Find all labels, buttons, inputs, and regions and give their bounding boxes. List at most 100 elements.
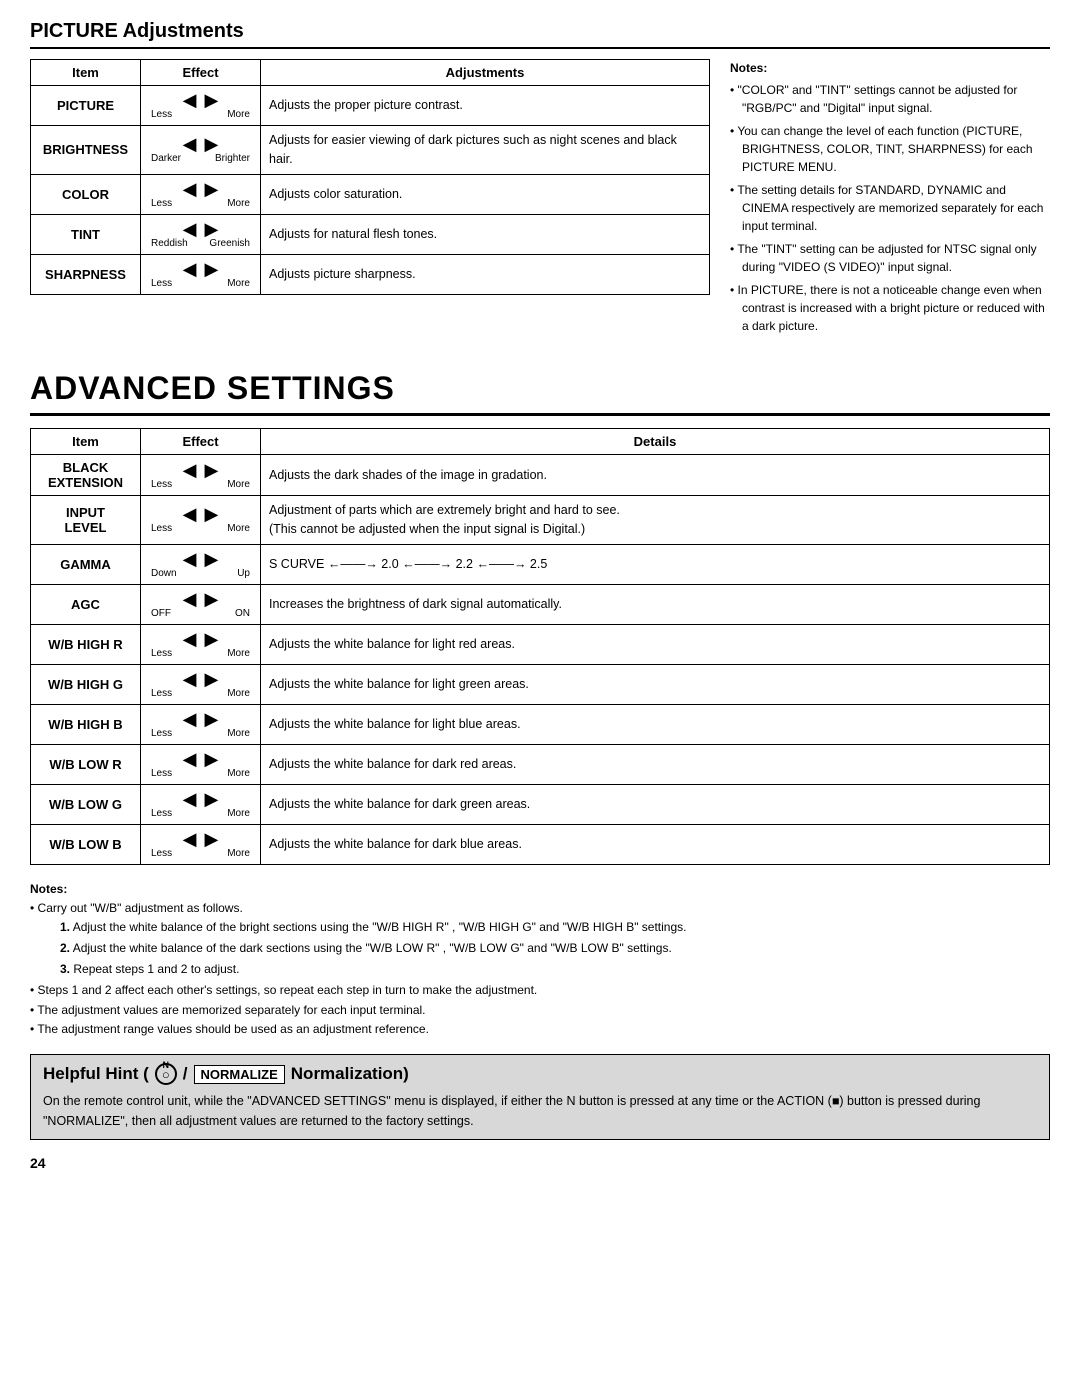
adv-row: W/B HIGH R ◀ ▶ Less More Adjusts the whi… — [31, 624, 1050, 664]
right-label: More — [227, 848, 250, 859]
arrow-left-icon: ◀ — [183, 91, 197, 109]
right-label: ON — [235, 608, 250, 619]
adv-details-7: Adjusts the white balance for dark red a… — [261, 744, 1050, 784]
n-button-icon: N ○ — [155, 1063, 177, 1085]
adv-row: W/B LOW R ◀ ▶ Less More Adjusts the whit… — [31, 744, 1050, 784]
helpful-hint-label: Helpful Hint ( — [43, 1064, 149, 1084]
adv-details-5: Adjusts the white balance for light gree… — [261, 664, 1050, 704]
normalize-box: NORMALIZE — [194, 1065, 285, 1084]
arrow-left-icon: ◀ — [183, 670, 197, 688]
adv-item-4: W/B HIGH R — [31, 624, 141, 664]
picture-desc-3: Adjusts for natural flesh tones. — [261, 214, 710, 254]
arrow-right-icon: ▶ — [205, 91, 219, 109]
helpful-hint-body: On the remote control unit, while the "A… — [43, 1091, 1037, 1131]
adv-item-5: W/B HIGH G — [31, 664, 141, 704]
page-number: 24 — [30, 1155, 1050, 1171]
picture-row: PICTURE ◀ ▶ Less More Adjusts the proper… — [31, 86, 710, 126]
picture-desc-1: Adjusts for easier viewing of dark pictu… — [261, 126, 710, 175]
right-label: More — [227, 109, 250, 120]
right-label: More — [227, 198, 250, 209]
left-label: Less — [151, 109, 172, 120]
left-label: Darker — [151, 153, 181, 164]
adv-header-item: Item — [31, 429, 141, 455]
left-label: Less — [151, 648, 172, 659]
adv-details-9: Adjusts the white balance for dark blue … — [261, 824, 1050, 864]
adv-item-0: BLACKEXTENSION — [31, 455, 141, 496]
left-label: Less — [151, 808, 172, 819]
left-label: Less — [151, 523, 172, 534]
adv-effect-7: ◀ ▶ Less More — [141, 744, 261, 784]
adv-step-2: 2. Adjust the white balance of the dark … — [30, 939, 1050, 958]
picture-effect-4: ◀ ▶ Less More — [141, 254, 261, 294]
n-superscript: N — [163, 1060, 170, 1070]
adv-effect-0: ◀ ▶ Less More — [141, 455, 261, 496]
arrow-right-icon: ▶ — [205, 670, 219, 688]
picture-note-item-3: The "TINT" setting can be adjusted for N… — [730, 240, 1050, 276]
arrow-left-icon: ◀ — [183, 461, 197, 479]
left-label: Less — [151, 768, 172, 779]
arrow-left-icon: ◀ — [183, 830, 197, 848]
adv-note-4: The adjustment range values should be us… — [30, 1020, 1050, 1039]
right-label: More — [227, 728, 250, 739]
picture-table-wrapper: Item Effect Adjustments PICTURE ◀ ▶ Less — [30, 59, 710, 340]
picture-note-item-0: "COLOR" and "TINT" settings cannot be ad… — [730, 81, 1050, 117]
picture-title: PICTURE Adjustments — [30, 20, 1050, 49]
adv-details-0: Adjusts the dark shades of the image in … — [261, 455, 1050, 496]
left-label: OFF — [151, 608, 171, 619]
arrow-left-icon: ◀ — [183, 750, 197, 768]
right-label: More — [227, 808, 250, 819]
right-label: More — [227, 523, 250, 534]
picture-item-2: COLOR — [31, 174, 141, 214]
picture-desc-0: Adjusts the proper picture contrast. — [261, 86, 710, 126]
adv-step-1: 1. Adjust the white balance of the brigh… — [30, 918, 1050, 937]
right-label: Up — [237, 568, 250, 579]
arrow-right-icon: ▶ — [205, 220, 219, 238]
adv-effect-4: ◀ ▶ Less More — [141, 624, 261, 664]
picture-notes: Notes: "COLOR" and "TINT" settings canno… — [730, 59, 1050, 340]
adv-notes-title: Notes: — [30, 880, 1050, 899]
picture-table: Item Effect Adjustments PICTURE ◀ ▶ Less — [30, 59, 710, 295]
picture-item-0: PICTURE — [31, 86, 141, 126]
adv-effect-8: ◀ ▶ Less More — [141, 784, 261, 824]
picture-row: TINT ◀ ▶ Reddish Greenish Adjusts for na… — [31, 214, 710, 254]
adv-effect-9: ◀ ▶ Less More — [141, 824, 261, 864]
picture-header-adjustments: Adjustments — [261, 60, 710, 86]
adv-row: W/B HIGH B ◀ ▶ Less More Adjusts the whi… — [31, 704, 1050, 744]
advanced-notes: Notes: Carry out "W/B" adjustment as fol… — [30, 880, 1050, 1040]
arrow-right-icon: ▶ — [205, 830, 219, 848]
left-label: Less — [151, 848, 172, 859]
advanced-table: Item Effect Details BLACKEXTENSION ◀ ▶ L… — [30, 428, 1050, 865]
adv-note-1: Carry out "W/B" adjustment as follows. — [30, 899, 1050, 918]
adv-item-6: W/B HIGH B — [31, 704, 141, 744]
arrow-right-icon: ▶ — [205, 260, 219, 278]
left-label: Reddish — [151, 238, 188, 249]
adv-row: INPUTLEVEL ◀ ▶ Less More Adjustment of p… — [31, 496, 1050, 545]
arrow-right-icon: ▶ — [205, 135, 219, 153]
picture-notes-title: Notes: — [730, 59, 1050, 77]
picture-section: PICTURE Adjustments Item Effect Adjustme… — [30, 20, 1050, 340]
picture-note-item-2: The setting details for STANDARD, DYNAMI… — [730, 181, 1050, 235]
adv-note-2: Steps 1 and 2 affect each other's settin… — [30, 981, 1050, 1000]
arrow-left-icon: ◀ — [183, 135, 197, 153]
arrow-right-icon: ▶ — [205, 590, 219, 608]
adv-header-details: Details — [261, 429, 1050, 455]
arrow-left-icon: ◀ — [183, 260, 197, 278]
adv-details-1: Adjustment of parts which are extremely … — [261, 496, 1050, 545]
arrow-left-icon: ◀ — [183, 590, 197, 608]
adv-row: AGC ◀ ▶ OFF ON Increases the brightness … — [31, 584, 1050, 624]
picture-item-1: BRIGHTNESS — [31, 126, 141, 175]
advanced-title: ADVANCED SETTINGS — [30, 370, 1050, 416]
left-label: Down — [151, 568, 177, 579]
picture-header-effect: Effect — [141, 60, 261, 86]
helpful-hint-box: Helpful Hint ( N ○ / NORMALIZE Normaliza… — [30, 1054, 1050, 1140]
adv-effect-2: ◀ ▶ Down Up — [141, 544, 261, 584]
picture-notes-list: "COLOR" and "TINT" settings cannot be ad… — [730, 81, 1050, 335]
arrow-left-icon: ◀ — [183, 550, 197, 568]
picture-header-item: Item — [31, 60, 141, 86]
arrow-right-icon: ▶ — [205, 505, 219, 523]
picture-row: COLOR ◀ ▶ Less More Adjusts color satura… — [31, 174, 710, 214]
arrow-left-icon: ◀ — [183, 505, 197, 523]
picture-desc-4: Adjusts picture sharpness. — [261, 254, 710, 294]
left-label: Less — [151, 479, 172, 490]
picture-effect-1: ◀ ▶ Darker Brighter — [141, 126, 261, 175]
